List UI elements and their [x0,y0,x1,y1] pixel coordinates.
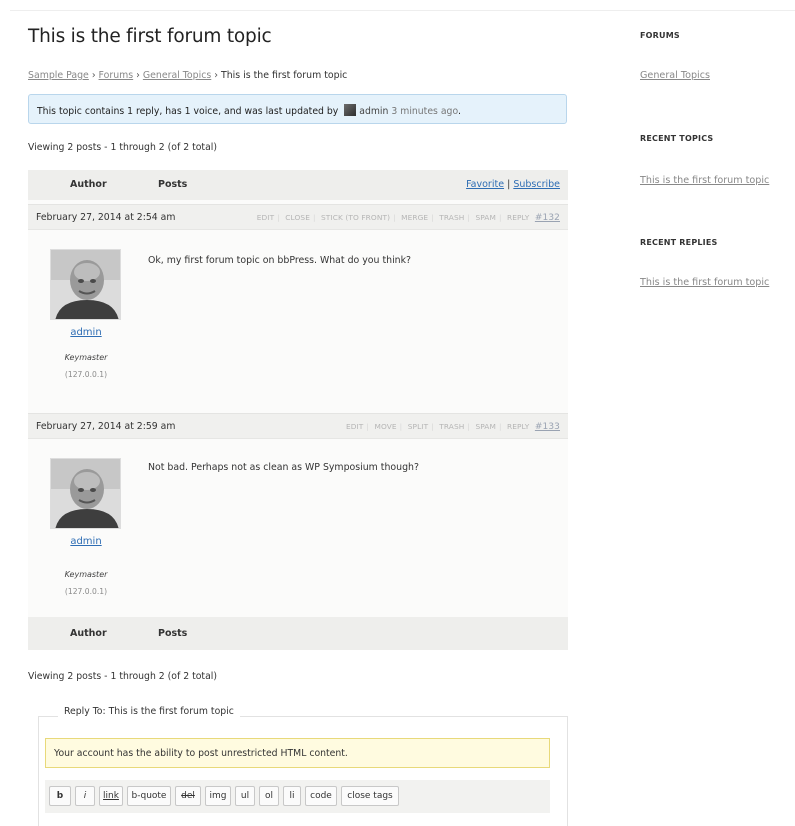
link-separator: | [399,422,403,431]
link-separator: | [507,179,511,190]
author-role: Keymaster [64,353,108,362]
author-role: Keymaster [64,570,108,579]
pagination-count-bottom: Viewing 2 posts - 1 through 2 (of 2 tota… [28,671,217,682]
notice-text: This topic contains 1 reply, has 1 voice… [37,106,339,117]
favorite-subscribe-links: Favorite | Subscribe [466,179,560,190]
blockquote-button[interactable]: b-quote [127,786,171,806]
link-button[interactable]: link [99,786,123,806]
reply-link[interactable]: REPLY [507,422,529,431]
link-separator: | [312,213,316,222]
post-date: February 27, 2014 at 2:59 am [36,421,176,432]
page-top-border [10,10,795,11]
user-avatar-icon[interactable] [344,104,357,116]
avatar[interactable] [50,249,121,320]
code-button[interactable]: code [305,786,337,806]
topic-info-notice: This topic contains 1 reply, has 1 voice… [28,94,567,124]
post-date: February 27, 2014 at 2:54 am [36,212,176,223]
reply-form-legend: Reply To: This is the first forum topic [58,706,240,717]
edit-link[interactable]: EDIT [257,213,274,222]
ol-button[interactable]: ol [259,786,279,806]
page-title: This is the first forum topic [28,26,272,47]
sidebar-recent-reply-link[interactable]: This is the first forum topic [640,277,769,288]
recent-replies-widget-title: RECENT REPLIES [640,238,718,247]
bold-button[interactable]: b [49,786,71,806]
post-admin-links: EDIT | MOVE | SPLIT | TRASH | SPAM | REPLY #1… [346,422,560,432]
author-ip: (127.0.0.1) [64,587,108,596]
post-content: Not bad. Perhaps not as clean as WP Symp… [148,462,419,473]
ul-button[interactable]: ul [235,786,255,806]
link-separator: | [393,213,396,222]
list-footer: Author Posts [28,617,568,650]
last-updated-time-link[interactable]: 3 minutes ago [391,106,458,117]
link-separator: | [431,422,434,431]
author-column-footer: Author [70,628,107,639]
breadcrumb-separator: › [136,70,140,81]
italic-button[interactable]: i [75,786,95,806]
link-separator: | [431,213,434,222]
subscribe-link[interactable]: Subscribe [513,179,560,190]
del-button[interactable]: del [175,786,201,806]
stick-link[interactable]: STICK (TO FRONT) [321,213,390,222]
spam-link[interactable]: SPAM [475,213,496,222]
post-header: February 27, 2014 at 2:54 am EDIT | CLOSE… [28,204,568,230]
post-admin-links: EDIT | CLOSE | STICK (TO FRONT) | MERGE | TR… [257,213,560,223]
post-permalink[interactable]: #133 [535,422,560,432]
notice-suffix: . [457,106,461,117]
post-permalink[interactable]: #132 [535,213,560,223]
quicktags-toolbar: b i link b-quote del img ul ol li code c… [45,780,550,813]
author-link[interactable]: admin [26,327,146,338]
recent-topics-widget-title: RECENT TOPICS [640,134,714,143]
author-column-header: Author [70,179,107,190]
forums-widget-title: FORUMS [640,31,680,40]
breadcrumb-separator: › [91,70,96,81]
breadcrumb: Sample Page › Forums › General Topics › … [28,70,347,81]
trash-link[interactable]: TRASH [439,422,464,431]
breadcrumb-separator: › [214,70,218,81]
li-button[interactable]: li [283,786,301,806]
last-updated-user-link[interactable]: admin [359,106,388,117]
breadcrumb-sample-page[interactable]: Sample Page [28,70,89,81]
post-body: admin Keymaster (127.0.0.1) Not bad. Per… [28,439,568,609]
author-link[interactable]: admin [26,536,146,547]
html-permission-notice: Your account has the ability to post unr… [45,738,550,768]
post-content: Ok, my first forum topic on bbPress. Wha… [148,255,412,266]
img-button[interactable]: img [205,786,231,806]
edit-link[interactable]: EDIT [346,422,363,431]
breadcrumb-general-topics[interactable]: General Topics [143,70,211,81]
split-link[interactable]: SPLIT [408,422,428,431]
link-separator: | [467,213,470,222]
author-avatar-photo [51,250,120,319]
topic-replies-list: Author Posts Favorite | Subscribe Februa… [28,170,568,650]
post-body: admin Keymaster (127.0.0.1) Ok, my first… [28,230,568,398]
link-separator: | [277,213,280,222]
avatar[interactable] [50,458,121,529]
list-header: Author Posts Favorite | Subscribe [28,170,568,200]
merge-link[interactable]: MERGE [401,213,428,222]
sidebar-forum-link[interactable]: General Topics [640,70,710,81]
posts-column-footer: Posts [158,628,188,639]
post-header: February 27, 2014 at 2:59 am EDIT | MOVE |… [28,413,568,439]
move-link[interactable]: MOVE [374,422,396,431]
breadcrumb-current: This is the first forum topic [220,70,348,81]
author-avatar-photo [51,459,120,528]
favorite-link[interactable]: Favorite [466,179,504,190]
close-link[interactable]: CLOSE [285,213,310,222]
link-separator: | [366,422,370,431]
pagination-count-top: Viewing 2 posts - 1 through 2 (of 2 tota… [28,142,217,153]
author-ip: (127.0.0.1) [64,370,108,379]
posts-column-header: Posts [158,179,188,190]
reply-link[interactable]: REPLY [507,213,529,222]
link-separator: | [498,213,502,222]
sidebar-recent-topic-link[interactable]: This is the first forum topic [640,175,769,186]
spam-link[interactable]: SPAM [475,422,496,431]
link-separator: | [498,422,502,431]
trash-link[interactable]: TRASH [439,213,464,222]
close-tags-button[interactable]: close tags [341,786,399,806]
link-separator: | [467,422,470,431]
breadcrumb-forums[interactable]: Forums [99,70,134,81]
